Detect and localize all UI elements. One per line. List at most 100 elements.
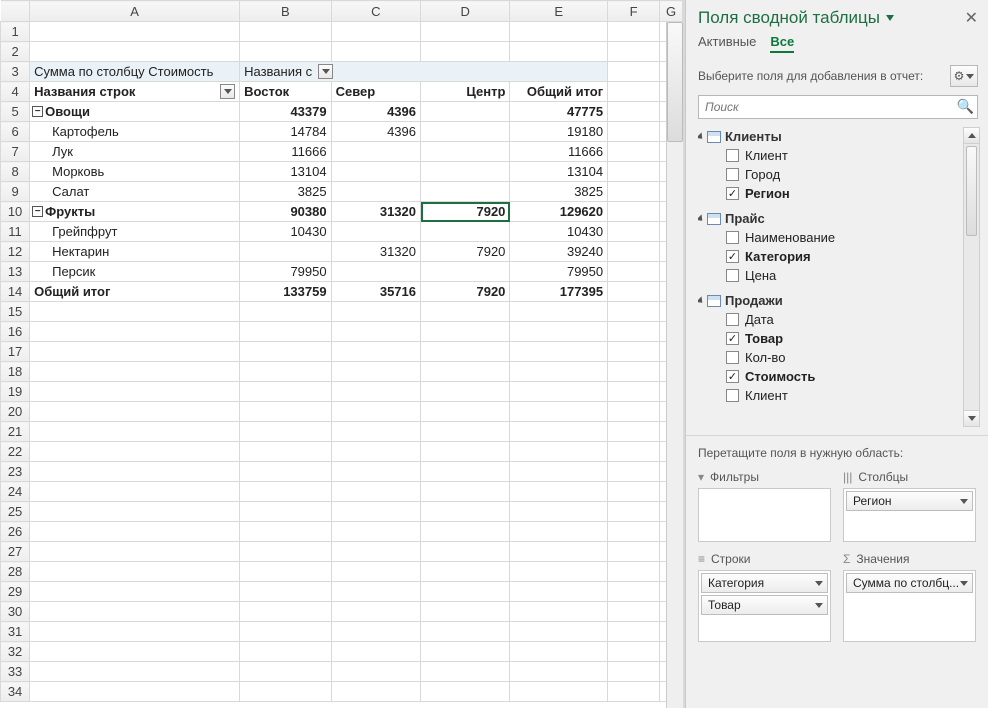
pivot-item[interactable]: Салат (30, 182, 240, 202)
cell[interactable]: 35716 (331, 282, 420, 302)
row-header[interactable]: 11 (1, 222, 30, 242)
pivot-category[interactable]: Овощи (45, 104, 90, 119)
row-header[interactable]: 28 (1, 562, 30, 582)
pivot-item[interactable]: Нектарин (30, 242, 240, 262)
field-list-scrollbar[interactable] (963, 127, 980, 427)
checkbox[interactable] (726, 351, 739, 364)
pivot-item[interactable]: Грейпфрут (30, 222, 240, 242)
pane-tools-button[interactable]: ⚙ (950, 65, 978, 87)
checkbox[interactable] (726, 231, 739, 244)
row-header[interactable]: 8 (1, 162, 30, 182)
cell[interactable] (421, 102, 510, 122)
cell[interactable] (331, 142, 420, 162)
area-chip[interactable]: Категория (701, 573, 828, 593)
cell[interactable] (421, 142, 510, 162)
cell[interactable] (240, 242, 331, 262)
scroll-down-button[interactable] (964, 410, 979, 426)
checkbox[interactable] (726, 389, 739, 402)
checkbox[interactable] (726, 332, 739, 345)
row-header[interactable]: 25 (1, 502, 30, 522)
field-item[interactable]: Клиент (698, 386, 978, 405)
select-all-corner[interactable] (1, 1, 30, 22)
cell[interactable]: 133759 (240, 282, 331, 302)
collapse-button[interactable]: − (32, 206, 43, 217)
area-rows[interactable]: ≡Строки Категория Товар (698, 552, 831, 642)
row-header[interactable]: 3 (1, 62, 30, 82)
field-list[interactable]: Клиенты Клиент Город Регион Прайс Наимен… (698, 127, 978, 427)
row-header[interactable]: 14 (1, 282, 30, 302)
cell[interactable] (421, 182, 510, 202)
cell[interactable] (421, 262, 510, 282)
row-header[interactable]: 32 (1, 642, 30, 662)
pivot-col-header[interactable]: Север (331, 82, 420, 102)
pivot-col-header[interactable]: Восток (240, 82, 331, 102)
row-header[interactable]: 22 (1, 442, 30, 462)
row-header[interactable]: 23 (1, 462, 30, 482)
tab-all-fields[interactable]: Все (770, 34, 794, 53)
row-header[interactable]: 2 (1, 42, 30, 62)
cell[interactable]: 14784 (240, 122, 331, 142)
row-header[interactable]: 20 (1, 402, 30, 422)
cell[interactable]: 129620 (510, 202, 608, 222)
cell[interactable]: 90380 (240, 202, 331, 222)
cell[interactable]: 13104 (510, 162, 608, 182)
checkbox[interactable] (726, 313, 739, 326)
row-header[interactable]: 29 (1, 582, 30, 602)
row-header[interactable]: 10 (1, 202, 30, 222)
field-item[interactable]: Наименование (698, 228, 978, 247)
field-item[interactable]: Клиент (698, 146, 978, 165)
field-search-input[interactable] (698, 95, 978, 119)
scroll-up-button[interactable] (964, 128, 979, 144)
cell[interactable]: 79950 (240, 262, 331, 282)
area-values[interactable]: ΣЗначения Сумма по столбц... (843, 552, 976, 642)
field-item[interactable]: Стоимость (698, 367, 978, 386)
cell[interactable]: 39240 (510, 242, 608, 262)
cell[interactable]: 177395 (510, 282, 608, 302)
cell[interactable]: 4396 (331, 102, 420, 122)
row-header[interactable]: 4 (1, 82, 30, 102)
row-header[interactable]: 16 (1, 322, 30, 342)
area-chip[interactable]: Сумма по столбц... (846, 573, 973, 593)
cell[interactable]: 11666 (240, 142, 331, 162)
row-header[interactable]: 18 (1, 362, 30, 382)
checkbox[interactable] (726, 168, 739, 181)
field-item[interactable]: Регион (698, 184, 978, 203)
row-header[interactable]: 1 (1, 22, 30, 42)
row-header[interactable]: 21 (1, 422, 30, 442)
cell[interactable]: 10430 (240, 222, 331, 242)
area-chip[interactable]: Регион (846, 491, 973, 511)
cell[interactable] (331, 182, 420, 202)
row-header[interactable]: 34 (1, 682, 30, 702)
close-pane-button[interactable]: ✕ (965, 8, 978, 28)
pivot-item[interactable]: Морковь (30, 162, 240, 182)
row-header[interactable]: 26 (1, 522, 30, 542)
row-header[interactable]: 31 (1, 622, 30, 642)
pivot-col-header[interactable]: Общий итог (510, 82, 608, 102)
tab-active-fields[interactable]: Активные (698, 34, 756, 53)
col-header-C[interactable]: C (331, 1, 420, 22)
field-item[interactable]: Товар (698, 329, 978, 348)
checkbox[interactable] (726, 370, 739, 383)
row-field-filter-button[interactable] (220, 84, 235, 99)
field-item[interactable]: Кол-во (698, 348, 978, 367)
pivot-item[interactable]: Лук (30, 142, 240, 162)
cell[interactable]: 7920 (421, 282, 510, 302)
col-header-E[interactable]: E (510, 1, 608, 22)
col-header-G[interactable]: G (660, 1, 683, 22)
area-chip[interactable]: Товар (701, 595, 828, 615)
row-header[interactable]: 9 (1, 182, 30, 202)
cell[interactable]: 3825 (240, 182, 331, 202)
row-header[interactable]: 33 (1, 662, 30, 682)
cell[interactable]: 10430 (510, 222, 608, 242)
pivot-category[interactable]: Фрукты (45, 204, 95, 219)
cell[interactable]: 79950 (510, 262, 608, 282)
area-columns[interactable]: |||Столбцы Регион (843, 470, 976, 542)
column-field-filter-button[interactable] (318, 64, 333, 79)
cell[interactable] (421, 222, 510, 242)
pivot-item[interactable]: Картофель (30, 122, 240, 142)
field-table-header[interactable]: Прайс (698, 209, 978, 228)
cell[interactable]: 47775 (510, 102, 608, 122)
cell[interactable]: 31320 (331, 242, 420, 262)
row-header[interactable]: 17 (1, 342, 30, 362)
cell[interactable]: 4396 (331, 122, 420, 142)
